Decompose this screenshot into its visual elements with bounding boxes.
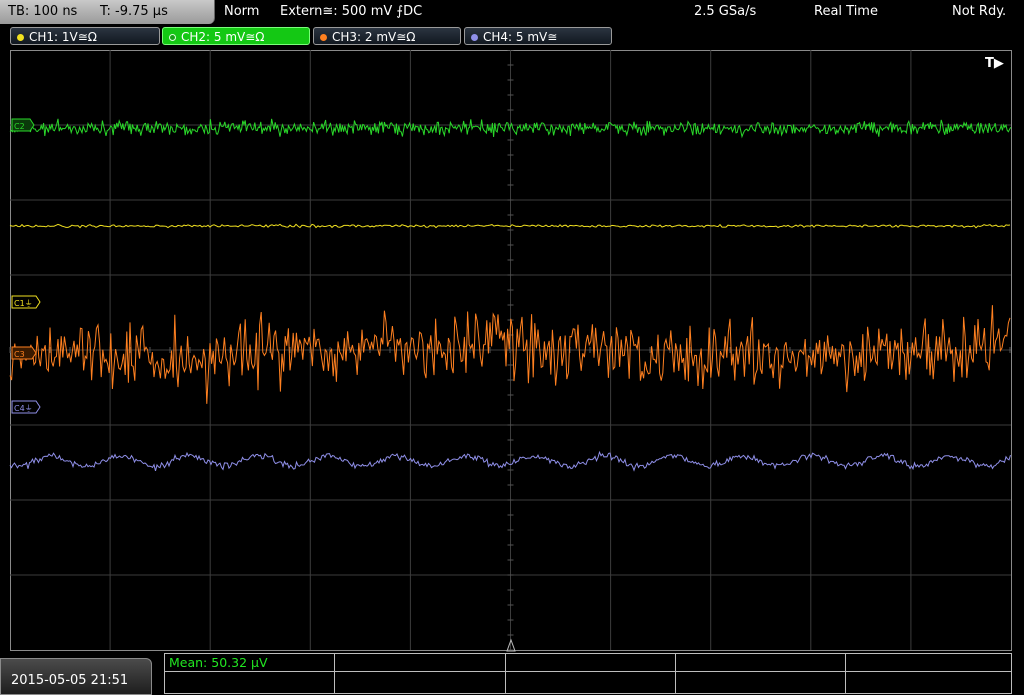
- c1-marker-label: C1⏚: [14, 299, 33, 308]
- ch3-label: CH3: 2 mV≅Ω: [332, 30, 416, 44]
- trigger-position-icon[interactable]: T▶: [985, 56, 1004, 71]
- datetime: 2015-05-05 21:51: [11, 673, 129, 688]
- datetime-box: 2015-05-05 21:51: [0, 658, 152, 695]
- c2-marker-label: C2: [14, 122, 25, 131]
- measurement-table: [164, 653, 1012, 694]
- c4-marker[interactable]: C4⏚: [11, 400, 41, 414]
- waveform-display[interactable]: C2 C1⏚ C3 C4⏚ T▶: [0, 50, 1024, 652]
- acquisition-mode: Real Time: [814, 4, 878, 19]
- ch1-dot-icon: [17, 34, 24, 41]
- timebase-readout: TB: 100 ns: [8, 4, 78, 19]
- ch4-dot-icon: [471, 34, 478, 41]
- c1-marker[interactable]: C1⏚: [11, 295, 41, 309]
- status-bar: TB: 100 ns T: -9.75 µs Norm Extern≅: 500…: [0, 0, 1024, 25]
- c3-marker[interactable]: C3: [11, 346, 37, 360]
- trigger-source[interactable]: Extern≅: 500 mV ⨍DC: [280, 4, 422, 19]
- ch2-dot-icon: [169, 34, 176, 41]
- sample-rate: 2.5 GSa/s: [694, 4, 757, 19]
- c3-marker-label: C3: [14, 350, 25, 359]
- trigger-mode[interactable]: Norm: [224, 4, 259, 19]
- timebase-box[interactable]: TB: 100 ns T: -9.75 µs: [0, 0, 215, 24]
- channel-tabs: CH1: 1V≅Ω CH2: 5 mV≅Ω CH3: 2 mV≅Ω CH4: 5…: [0, 27, 1024, 47]
- bottom-bar: 2015-05-05 21:51 Mean: 50.32 µV: [0, 652, 1024, 695]
- tab-ch2[interactable]: CH2: 5 mV≅Ω: [162, 27, 310, 45]
- graticule-grid: [9, 50, 1012, 651]
- c4-marker-label: C4⏚: [14, 404, 33, 413]
- ch3-dot-icon: [320, 34, 327, 41]
- ready-state: Not Rdy.: [952, 4, 1007, 19]
- c2-marker[interactable]: C2: [11, 118, 35, 132]
- ch4-label: CH4: 5 mV≅: [483, 30, 558, 44]
- tab-ch1[interactable]: CH1: 1V≅Ω: [10, 27, 160, 45]
- tab-ch4[interactable]: CH4: 5 mV≅: [464, 27, 612, 45]
- tab-ch3[interactable]: CH3: 2 mV≅Ω: [313, 27, 461, 45]
- trigger-offset-readout: T: -9.75 µs: [100, 4, 168, 19]
- ch1-label: CH1: 1V≅Ω: [29, 30, 97, 44]
- mean-measurement[interactable]: Mean: 50.32 µV: [169, 655, 268, 670]
- graticule-svg: C2 C1⏚ C3 C4⏚ T▶: [9, 50, 1012, 652]
- ch2-label: CH2: 5 mV≅Ω: [181, 30, 265, 44]
